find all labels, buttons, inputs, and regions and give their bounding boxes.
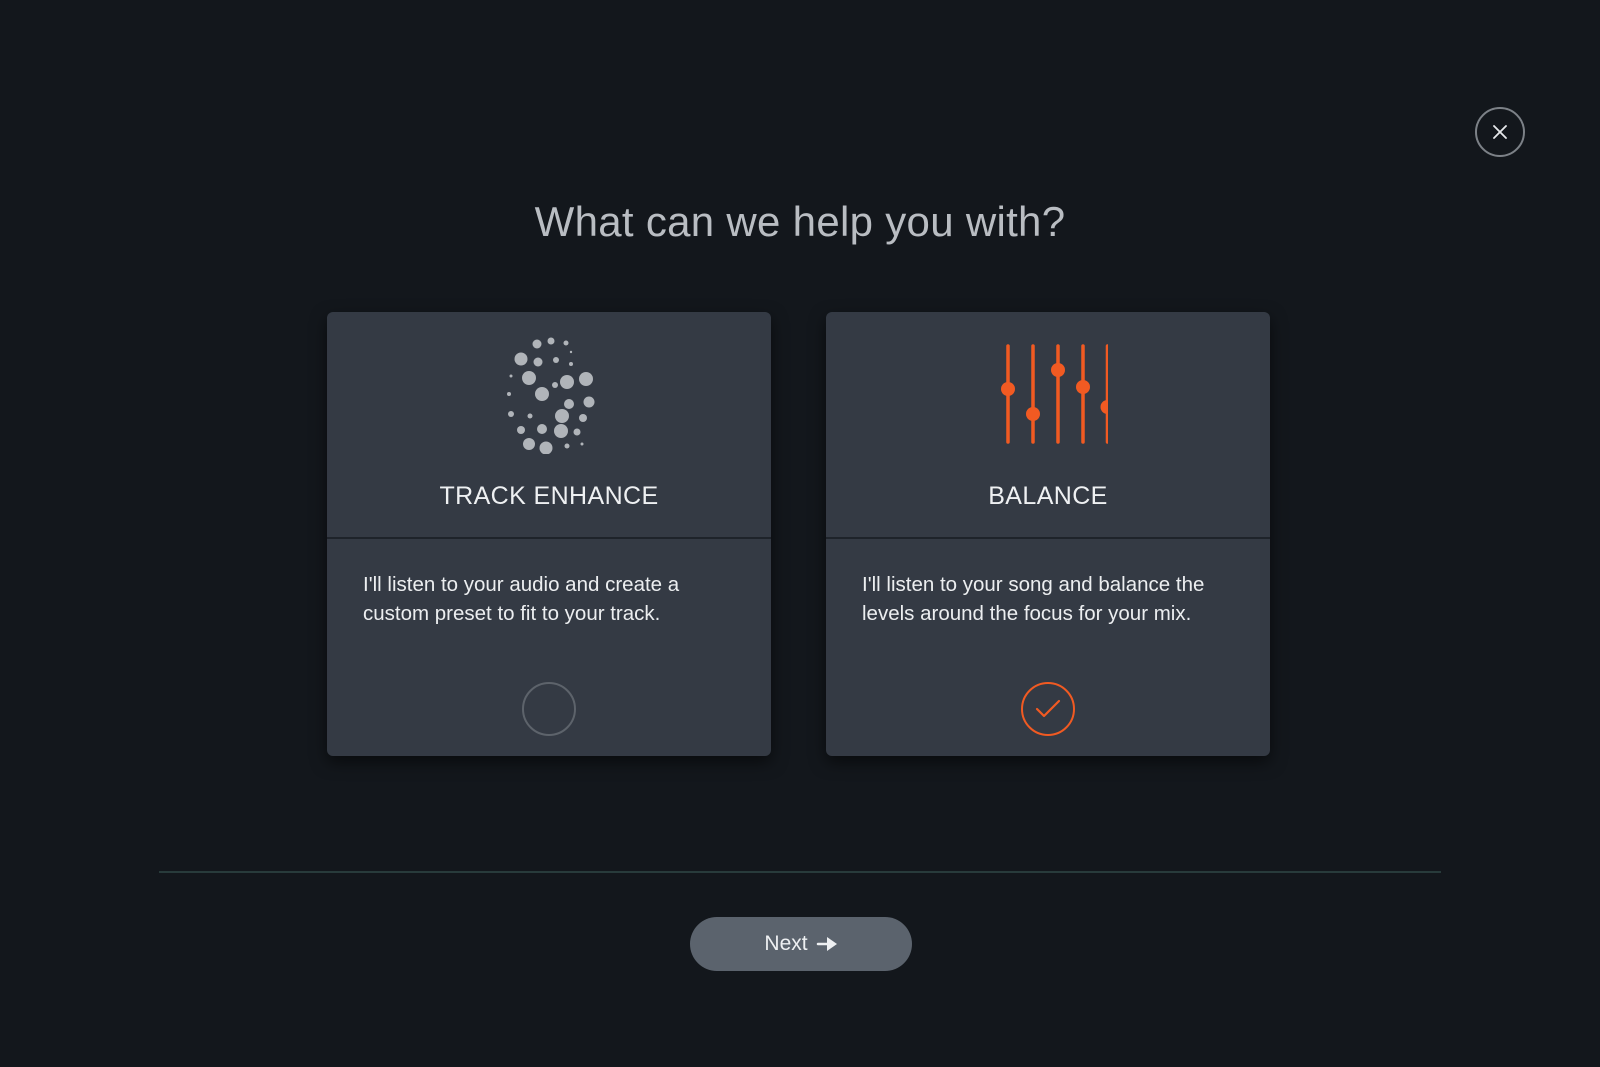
track-enhance-card[interactable]: TRACK ENHANCE I'll listen to your audio …	[327, 312, 771, 756]
footer-divider	[159, 871, 1441, 873]
radio-selected[interactable]	[1021, 682, 1075, 736]
next-label: Next	[764, 932, 808, 955]
close-icon	[1493, 125, 1507, 139]
assistant-dialog: What can we help you with? TRACK ENHANCE…	[0, 0, 1600, 1067]
card-header: TRACK ENHANCE	[327, 312, 771, 539]
faders-icon	[1001, 344, 1108, 444]
dots-sphere-icon	[507, 337, 595, 454]
card-title: BALANCE	[988, 482, 1108, 510]
checkmark-icon	[1035, 699, 1061, 718]
card-title: TRACK ENHANCE	[439, 482, 659, 510]
next-button[interactable]: Next	[690, 917, 912, 971]
close-button[interactable]	[1475, 107, 1525, 157]
radio-unselected[interactable]	[522, 682, 576, 736]
card-description: I'll listen to your audio and create a c…	[363, 573, 680, 625]
dialog-title: What can we help you with?	[534, 198, 1066, 245]
balance-card[interactable]: BALANCE I'll listen to your song and bal…	[826, 312, 1270, 756]
arrow-right-icon	[816, 937, 837, 951]
card-header: BALANCE	[826, 312, 1270, 539]
card-description: I'll listen to your song and balance the…	[862, 573, 1205, 625]
